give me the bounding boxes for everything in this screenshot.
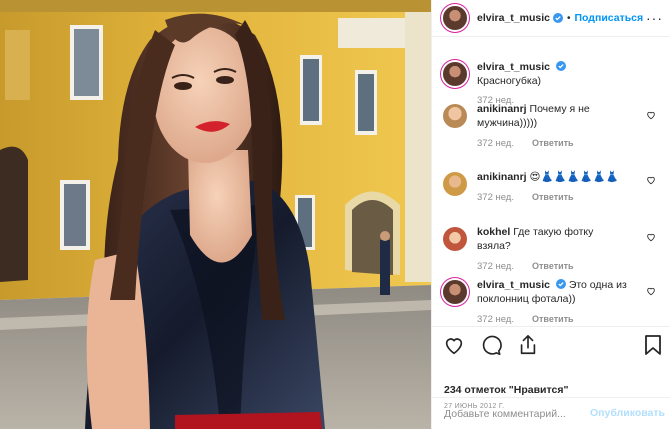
post-photo[interactable] <box>0 0 431 429</box>
like-comment-heart-icon[interactable] <box>646 175 656 185</box>
author-username[interactable]: elvira_t_music <box>477 12 550 24</box>
verified-icon <box>555 61 566 71</box>
like-comment-heart-icon[interactable] <box>646 232 656 242</box>
post-header: elvira_t_music • Подписаться ··· <box>432 0 670 37</box>
author-avatar[interactable] <box>443 6 467 30</box>
more-options-icon[interactable]: ··· <box>646 10 663 26</box>
comment-item: elvira_t_music Это одна из поклонниц фот… <box>443 278 665 327</box>
comment-username[interactable]: elvira_t_music <box>477 61 550 73</box>
verified-icon <box>555 279 566 289</box>
comment-avatar[interactable] <box>443 172 467 196</box>
comment-username[interactable]: anikinanrj <box>477 171 527 183</box>
follow-button[interactable]: Подписаться <box>574 12 643 24</box>
comment-item: elvira_t_music Красногубка) 372 нед. <box>443 60 665 108</box>
comment-time: 372 нед. <box>477 192 514 203</box>
comment-item: kokhel Где такую фотку взяла? 372 нед. От… <box>443 225 665 274</box>
reply-button[interactable]: Ответить <box>532 314 574 324</box>
comment-input[interactable] <box>444 407 594 420</box>
add-comment-bar: Опубликовать <box>432 397 670 429</box>
like-comment-heart-icon[interactable] <box>646 286 656 296</box>
comment-avatar[interactable] <box>443 227 467 251</box>
comment-username[interactable]: kokhel <box>477 226 510 238</box>
comment-time: 372 нед. <box>477 261 514 272</box>
publish-button[interactable]: Опубликовать <box>590 407 665 419</box>
reply-button[interactable]: Ответить <box>532 138 574 148</box>
like-comment-heart-icon[interactable] <box>646 110 656 120</box>
comment-icon[interactable] <box>480 334 502 356</box>
comment-item: anikinanrj Почему я не мужчина))))) 372 … <box>443 102 665 151</box>
share-icon[interactable] <box>517 334 539 356</box>
comment-text: 😍👗👗👗👗👗👗 <box>529 171 619 183</box>
post-details-panel: elvira_t_music • Подписаться ··· elvira_… <box>431 0 670 429</box>
photo-illustration <box>0 0 431 429</box>
bookmark-icon[interactable] <box>643 334 663 356</box>
comment-avatar[interactable] <box>443 104 467 128</box>
comment-username[interactable]: anikinanrj <box>477 103 527 115</box>
comment-time: 372 нед. <box>477 138 514 149</box>
comment-time: 372 нед. <box>477 314 514 325</box>
heart-icon[interactable] <box>443 334 465 356</box>
reply-button[interactable]: Ответить <box>532 261 574 271</box>
comment-avatar[interactable] <box>443 62 467 86</box>
comment-username[interactable]: elvira_t_music <box>477 279 550 291</box>
header-separator: • <box>566 12 571 24</box>
comment-item: anikinanrj 😍👗👗👗👗👗👗 372 нед. Ответить <box>443 170 665 205</box>
likes-count[interactable]: 234 отметок "Нравится" <box>444 384 568 396</box>
comment-avatar[interactable] <box>443 280 467 304</box>
verified-icon <box>552 13 563 23</box>
reply-button[interactable]: Ответить <box>532 192 574 202</box>
comment-text: Красногубка) <box>477 75 542 87</box>
